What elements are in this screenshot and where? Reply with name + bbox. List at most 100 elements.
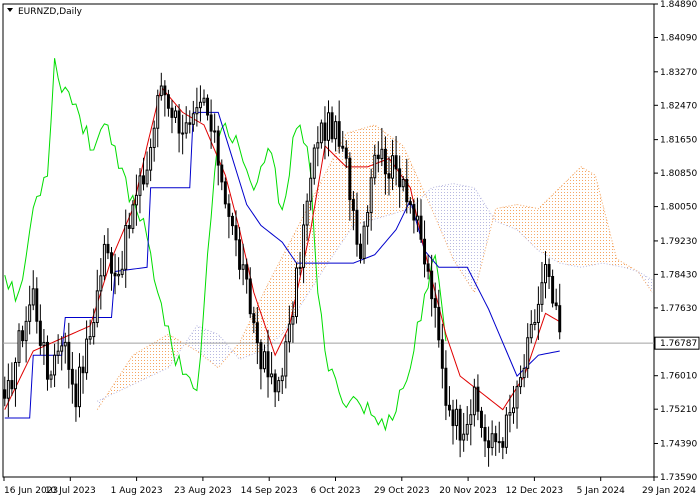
candle-body-bearish [476, 386, 480, 412]
cloud-segment [129, 355, 133, 387]
candle-body-bullish [515, 386, 519, 409]
cloud-segment [154, 340, 158, 375]
cloud-segment [506, 205, 510, 227]
y-tick-label: 1.83270 [660, 68, 697, 78]
candle-body-bearish [230, 215, 234, 227]
candlestick [223, 177, 227, 209]
candle-body-bullish [462, 433, 466, 441]
candle-body-bearish [494, 433, 498, 443]
cloud-segment [196, 325, 201, 354]
cloud-segment [538, 205, 542, 253]
candle-body-bullish [284, 341, 288, 377]
cloud-segment [161, 336, 165, 372]
candle-body-bearish [405, 178, 409, 203]
cloud-segment [150, 342, 155, 377]
cloud-segment [132, 353, 137, 385]
cloud-segment [549, 194, 553, 259]
candle-body-bullish [198, 101, 202, 109]
candle-body-bullish [134, 194, 138, 206]
candle-body-bullish [277, 380, 281, 393]
x-tick-label: 6 Oct 2023 [311, 486, 361, 496]
x-tick-label: 1 Aug 2023 [111, 486, 163, 496]
candle-body-bearish [447, 404, 451, 411]
candle-body-bearish [430, 270, 434, 300]
cloud-segment [563, 180, 567, 265]
candle-body-bullish [24, 320, 28, 342]
candle-body-bullish [95, 290, 99, 324]
candle-body-bullish [508, 412, 512, 416]
candle-body-bearish [440, 339, 444, 369]
candle-body-bearish [551, 275, 555, 304]
candle-body-bullish [298, 266, 302, 269]
candle-body-bullish [305, 200, 309, 226]
candle-body-bearish [188, 122, 192, 125]
cloud-segment [566, 177, 571, 266]
cloud-segment [136, 351, 140, 383]
candle-body-bearish [273, 373, 277, 393]
candle-body-bearish [248, 278, 252, 315]
candle-body-bullish [497, 441, 501, 444]
candle-body-bearish [45, 341, 49, 380]
candle-body-bullish [85, 338, 89, 374]
candlestick [312, 144, 316, 185]
candle-body-bullish [31, 288, 35, 306]
candle-body-bullish [152, 127, 156, 148]
cloud-segment [143, 346, 148, 380]
x-tick-label: 14 Sep 2023 [241, 486, 298, 496]
cloud-segment [147, 344, 151, 378]
candle-body-bullish [380, 148, 384, 160]
y-tick-label: 1.84090 [660, 33, 697, 43]
cloud-segment [378, 127, 382, 219]
ichimoku-chart[interactable]: 1.84890 1.84090 1.83270 1.82470 1.81650 1.808… [0, 0, 700, 500]
candle-body-bearish [344, 147, 348, 159]
candle-body-bearish [177, 110, 181, 134]
candle-body-bullish [512, 407, 515, 414]
x-tick-label: 5 Jan 2024 [577, 486, 625, 496]
candle-body-bearish [106, 243, 110, 254]
candle-body-bullish [362, 225, 366, 259]
cloud-segment [164, 334, 169, 370]
candle-body-bearish [206, 97, 210, 116]
cloud-segment [474, 187, 478, 293]
cloud-segment [502, 206, 507, 226]
candle-body-bullish [117, 273, 121, 277]
y-axis: 1.84890 1.84090 1.83270 1.82470 1.81650 1.808… [654, 0, 697, 483]
candle-body-bearish [444, 367, 448, 406]
y-tick-label: 1.80050 [660, 203, 697, 213]
candle-body-bearish [376, 154, 380, 160]
cloud-segment [271, 270, 276, 343]
candle-body-bearish [10, 380, 14, 390]
x-tick-label: 20 Nov 2023 [439, 486, 497, 496]
cloud-segment [470, 187, 475, 293]
y-tick-label: 1.79230 [660, 237, 697, 247]
candle-body-bullish [319, 122, 323, 144]
candle-body-bullish [529, 323, 533, 339]
candle-body-bearish [398, 168, 402, 188]
candle-body-bearish [67, 341, 71, 370]
cloud-segment [552, 191, 557, 262]
cloud-segment [520, 205, 525, 237]
candle-body-bullish [312, 147, 316, 179]
candle-body-bearish [220, 164, 224, 183]
candlestick [362, 221, 366, 264]
cloud-segment [317, 180, 322, 279]
candle-body-bearish [348, 157, 352, 201]
candle-body-bullish [202, 97, 206, 103]
candle-body-bearish [238, 239, 242, 270]
cloud-segment [456, 184, 461, 271]
cloud-segment [573, 170, 578, 267]
candle-body-bullish [327, 112, 330, 141]
cloud-segment [335, 146, 340, 252]
candle-body-bullish [28, 304, 32, 322]
cloud-segment [509, 205, 514, 229]
cloud-segment [214, 332, 219, 368]
candle-body-bearish [113, 272, 117, 277]
candle-body-bullish [522, 367, 526, 379]
cloud-segment [360, 128, 365, 224]
y-tick-label: 1.73590 [660, 473, 697, 483]
candle-body-bearish [252, 313, 256, 324]
candle-body-bullish [366, 211, 370, 227]
x-tick-label: 23 Aug 2023 [174, 486, 232, 496]
candle-body-bullish [334, 121, 338, 140]
candle-body-bullish [526, 337, 530, 369]
